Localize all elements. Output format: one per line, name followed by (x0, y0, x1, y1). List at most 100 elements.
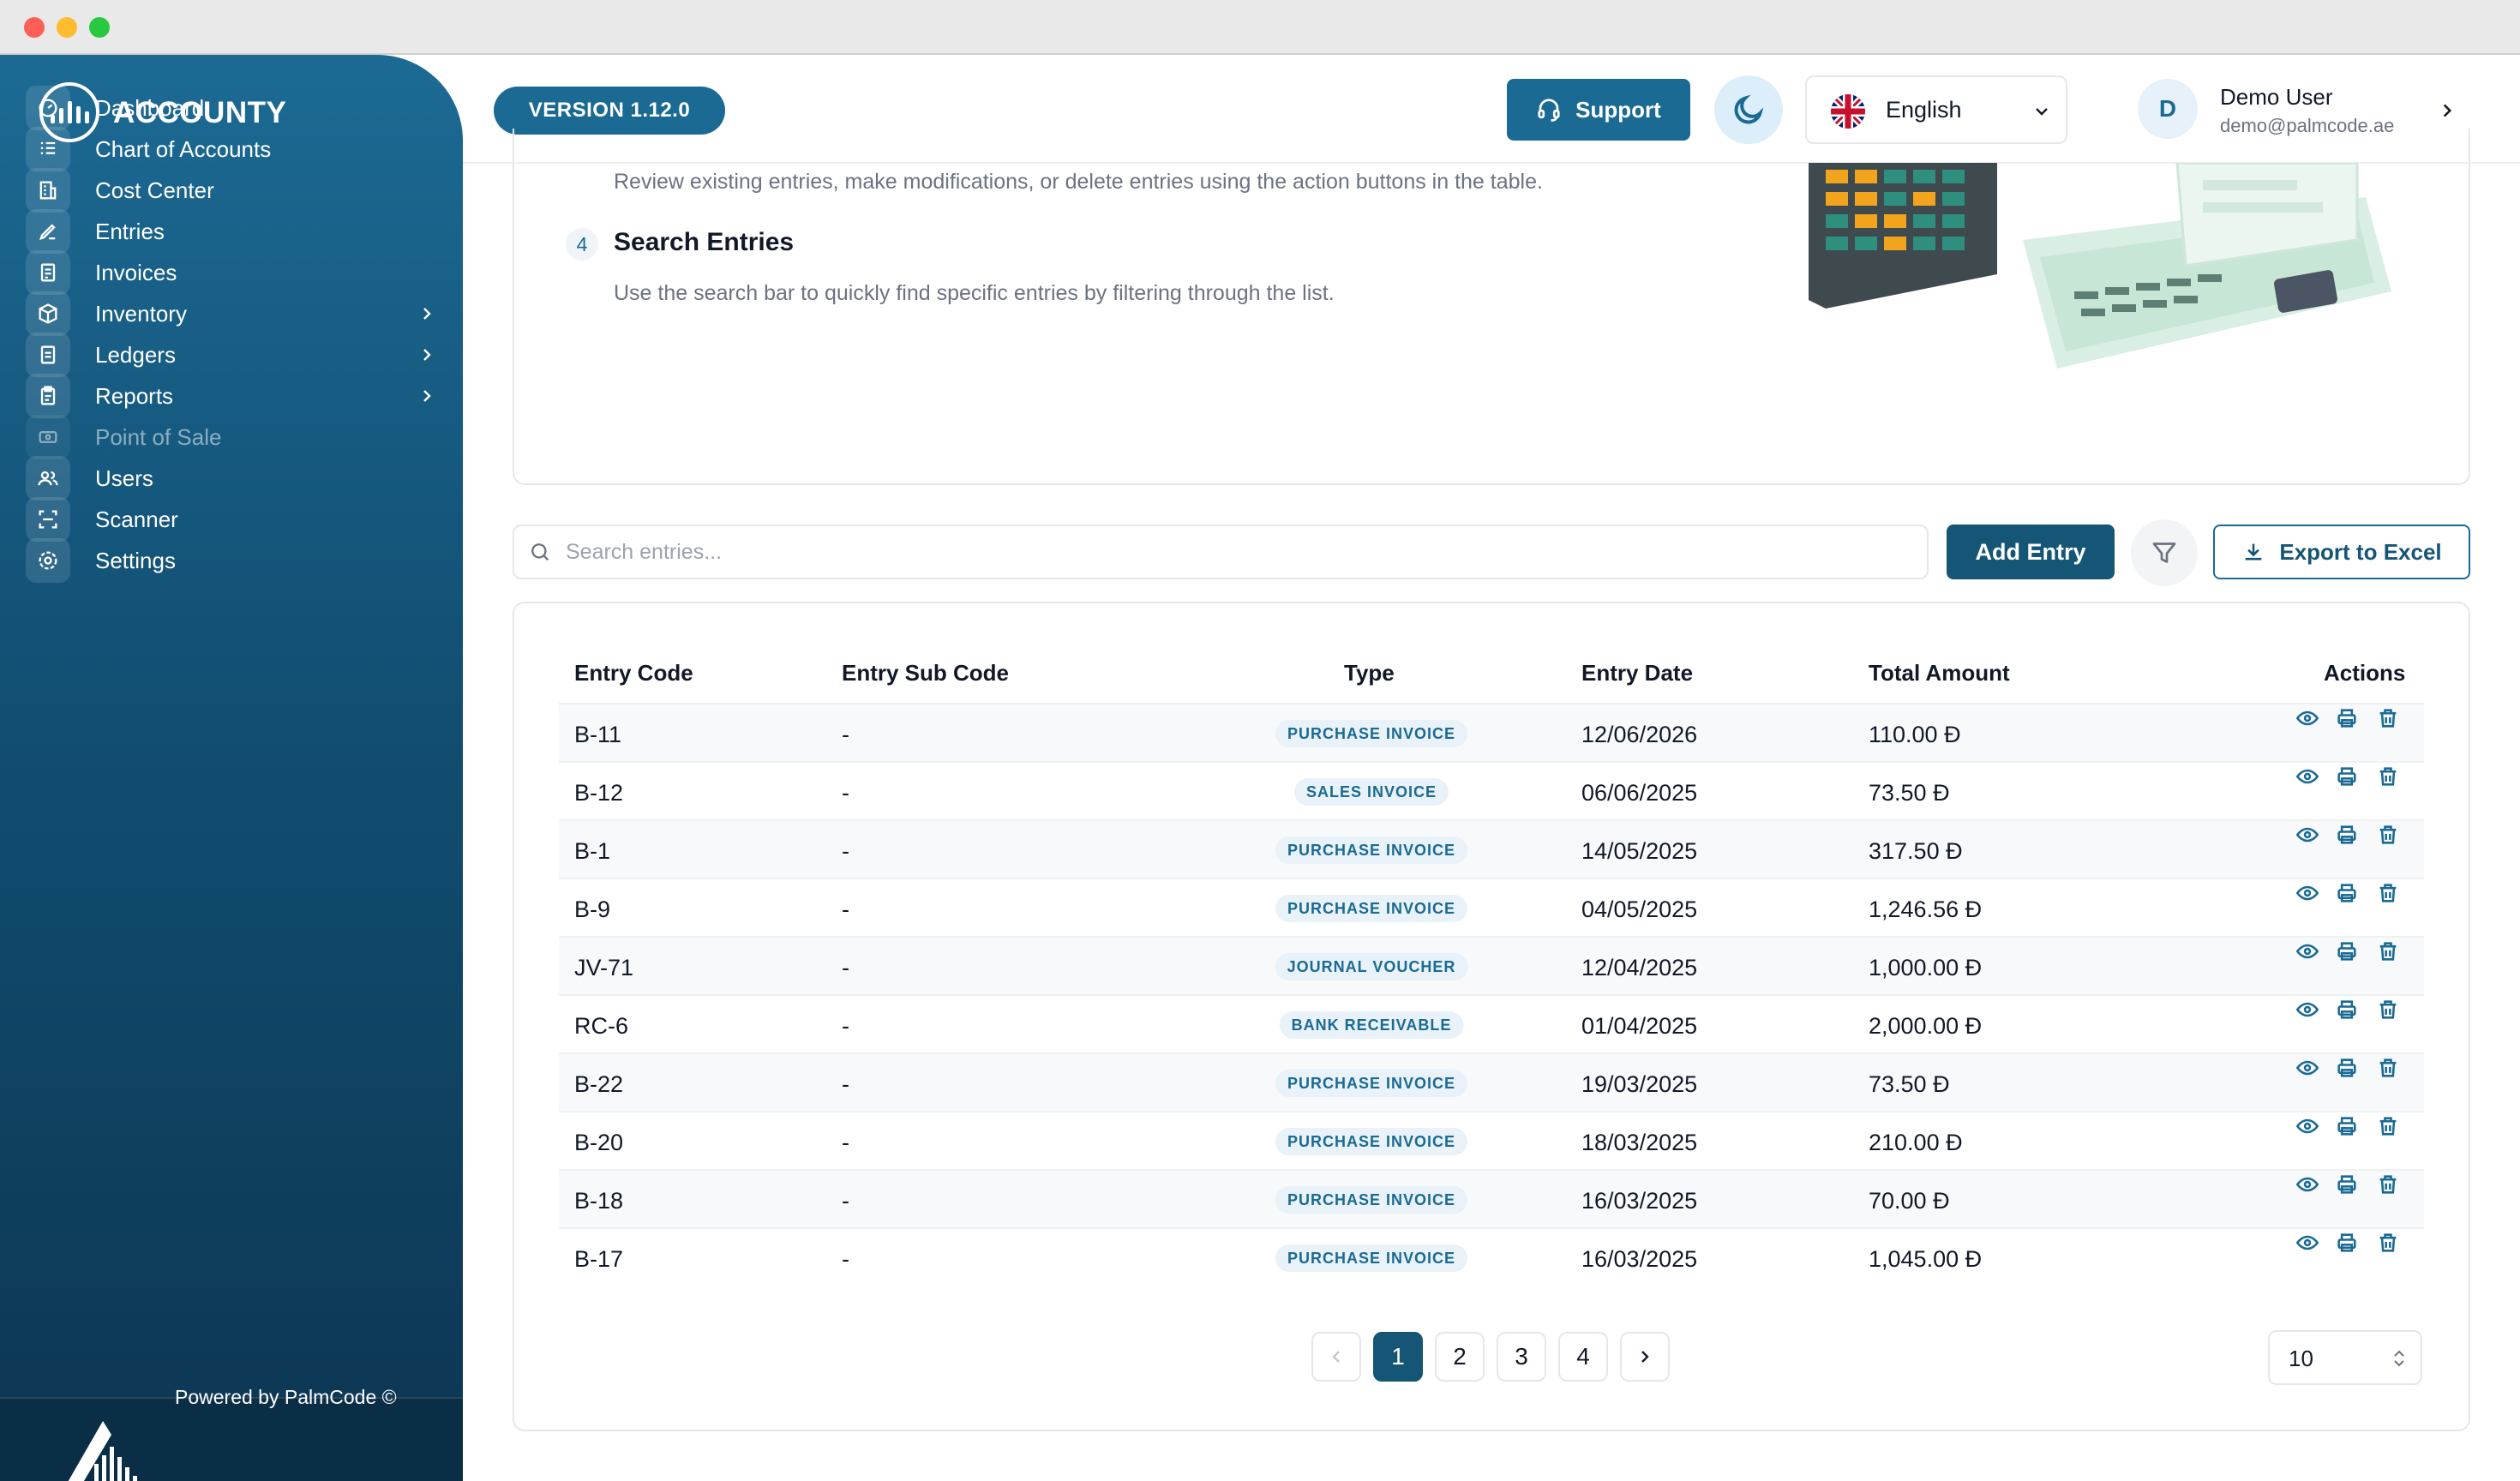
total-amount: 317.50 Đ (1869, 838, 1963, 864)
step3-description: Review existing entries, make modificati… (614, 170, 1543, 194)
calculator-laptop-illustration (1809, 163, 2391, 369)
download-icon (2246, 543, 2262, 561)
table-row: B-1 - PURCHASE INVOICE 14/05/2025 317.50 Đ (559, 819, 2424, 879)
type-badge: PURCHASE INVOICE (1275, 1244, 1468, 1272)
view-icon[interactable] (2295, 1172, 2319, 1196)
page-button-1[interactable]: 1 (1373, 1332, 1423, 1382)
add-entry-button[interactable]: Add Entry (1947, 525, 2115, 579)
minimize-window-button[interactable] (57, 17, 77, 38)
print-icon[interactable] (2335, 1231, 2359, 1255)
view-icon[interactable] (2295, 823, 2319, 847)
filter-button[interactable] (2131, 519, 2198, 586)
entry-code: RC-6 (574, 1013, 629, 1039)
header-entry-code: Entry Code (574, 660, 693, 686)
page-button-2[interactable]: 2 (1435, 1332, 1485, 1382)
settings-icon (26, 538, 70, 583)
view-icon[interactable] (2295, 764, 2319, 788)
table-row: B-18 - PURCHASE INVOICE 16/03/2025 70.00 Đ (559, 1169, 2424, 1229)
table-row: B-22 - PURCHASE INVOICE 19/03/2025 73.50 Đ (559, 1052, 2424, 1112)
entry-sub-code: - (842, 1188, 849, 1214)
currency-symbol: Đ (1965, 1013, 1983, 1039)
type-badge: PURCHASE INVOICE (1275, 1186, 1468, 1214)
page-size-select[interactable]: 10 (2268, 1330, 2422, 1385)
entry-date: 19/03/2025 (1581, 1071, 1698, 1097)
chevron-down-icon (2036, 108, 2048, 116)
entry-date: 14/05/2025 (1581, 838, 1698, 864)
type-badge: PURCHASE INVOICE (1275, 836, 1468, 864)
total-amount: 110.00 Đ (1869, 722, 1961, 747)
view-icon[interactable] (2295, 1114, 2319, 1138)
entry-code: B-18 (574, 1188, 624, 1214)
next-page-button[interactable] (1620, 1332, 1670, 1382)
entry-date: 16/03/2025 (1581, 1188, 1698, 1214)
entry-date: 12/06/2026 (1581, 722, 1698, 747)
delete-icon[interactable] (2376, 706, 2400, 730)
entry-sub-code: - (842, 1130, 849, 1155)
print-icon[interactable] (2335, 823, 2359, 847)
currency-symbol: Đ (1933, 780, 1950, 806)
table-row: B-11 - PURCHASE INVOICE 12/06/2026 110.00 Đ (559, 703, 2424, 763)
print-icon[interactable] (2335, 1056, 2359, 1080)
delete-icon[interactable] (2376, 881, 2400, 905)
entry-code: B-20 (574, 1130, 624, 1155)
header-total-amount: Total Amount (1869, 660, 2010, 686)
type-badge: PURCHASE INVOICE (1275, 895, 1468, 922)
total-amount: 210.00 Đ (1869, 1130, 1963, 1155)
view-icon[interactable] (2295, 1056, 2319, 1080)
delete-icon[interactable] (2376, 1172, 2400, 1196)
page-button-3[interactable]: 3 (1497, 1332, 1546, 1382)
delete-icon[interactable] (2376, 1056, 2400, 1080)
view-icon[interactable] (2295, 706, 2319, 730)
print-icon[interactable] (2335, 1114, 2359, 1138)
header-actions: Actions (2324, 660, 2406, 686)
delete-icon[interactable] (2376, 764, 2400, 788)
step4-description: Use the search bar to quickly find speci… (614, 281, 1335, 305)
entry-sub-code: - (842, 955, 849, 980)
print-icon[interactable] (2335, 881, 2359, 905)
delete-icon[interactable] (2376, 998, 2400, 1022)
entry-date: 16/03/2025 (1581, 1246, 1698, 1272)
delete-icon[interactable] (2376, 823, 2400, 847)
uk-flag-icon (1831, 94, 1865, 129)
search-input[interactable]: Search entries... (513, 525, 1929, 579)
step4-title: Search Entries (614, 228, 795, 256)
prev-page-button[interactable] (1311, 1332, 1361, 1382)
updown-icon (2394, 1350, 2404, 1367)
currency-symbol: Đ (1946, 838, 1963, 864)
delete-icon[interactable] (2376, 939, 2400, 963)
moon-icon (1734, 94, 1764, 124)
print-icon[interactable] (2335, 939, 2359, 963)
currency-symbol: Đ (1933, 1188, 1950, 1214)
header-type: Type (1344, 660, 1395, 686)
table-row: JV-71 - JOURNAL VOUCHER 12/04/2025 1,000.00 … (559, 936, 2424, 996)
print-icon[interactable] (2335, 764, 2359, 788)
language-label: English (1886, 96, 1962, 123)
currency-symbol: Đ (1965, 1246, 1983, 1272)
type-badge: PURCHASE INVOICE (1275, 1070, 1468, 1097)
view-icon[interactable] (2295, 881, 2319, 905)
total-amount: 70.00 Đ (1869, 1188, 1950, 1214)
entry-code: B-11 (574, 722, 622, 747)
export-excel-button[interactable]: Export to Excel (2213, 525, 2470, 579)
print-icon[interactable] (2335, 1172, 2359, 1196)
view-icon[interactable] (2295, 998, 2319, 1022)
page-button-4[interactable]: 4 (1558, 1332, 1608, 1382)
view-icon[interactable] (2295, 939, 2319, 963)
export-label: Export to Excel (2279, 538, 2442, 565)
maximize-window-button[interactable] (89, 17, 110, 38)
filter-icon (2152, 543, 2176, 563)
print-icon[interactable] (2335, 998, 2359, 1022)
close-window-button[interactable] (24, 17, 45, 38)
print-icon[interactable] (2335, 706, 2359, 730)
sidebar-item-settings[interactable]: Settings (0, 522, 463, 599)
headset-icon (1538, 99, 1560, 122)
type-badge: PURCHASE INVOICE (1275, 720, 1468, 747)
header-entry-sub-code: Entry Sub Code (842, 660, 1010, 686)
user-menu-chevron-icon[interactable] (2436, 99, 2458, 122)
powered-by-text: Powered by PalmCode © (175, 1386, 397, 1408)
delete-icon[interactable] (2376, 1231, 2400, 1255)
entry-date: 04/05/2025 (1581, 896, 1698, 922)
view-icon[interactable] (2295, 1231, 2319, 1255)
delete-icon[interactable] (2376, 1114, 2400, 1138)
entry-sub-code: - (842, 838, 849, 864)
